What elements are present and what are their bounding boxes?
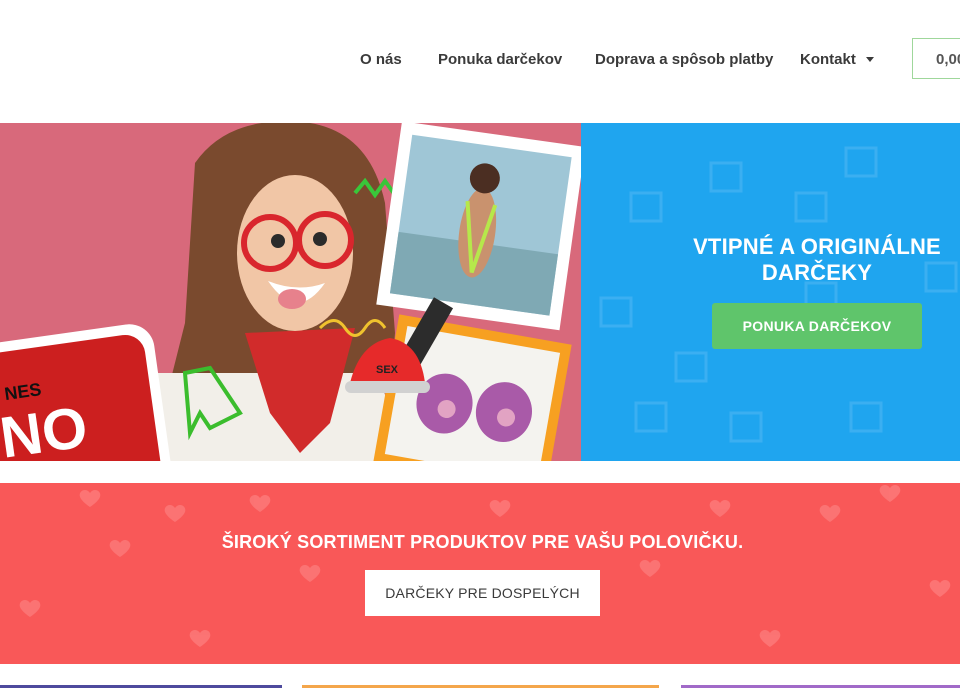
promo-band: ŠIROKÝ SORTIMENT PRODUKTOV PRE VAŠU POLO… xyxy=(0,483,960,664)
nav-item-kontakt-label: Kontakt xyxy=(800,51,856,68)
promo-title: ŠIROKÝ SORTIMENT PRODUKTOV PRE VAŠU POLO… xyxy=(221,532,744,552)
nav-item-kontakt[interactable]: Kontakt xyxy=(800,50,874,70)
cart-value: 0,00 xyxy=(936,51,960,68)
bell-text: SEX xyxy=(376,364,399,376)
pillow-big-text: NO xyxy=(0,394,91,461)
hero-title: VTIPNÉ A ORIGINÁLNE DARČEKY xyxy=(693,234,941,285)
main-nav: O nás Ponuka darčekov Doprava a spôsob p… xyxy=(0,0,960,123)
cart-button[interactable]: 0,00 xyxy=(912,38,960,79)
gift-offer-button[interactable]: PONUKA DARČEKOV xyxy=(712,303,922,349)
site-header: O nás Ponuka darčekov Doprava a spôsob p… xyxy=(0,0,960,123)
gift-pattern-background xyxy=(599,146,958,443)
hero-promo-panel: VTIPNÉ A ORIGINÁLNE DARČEKY PONUKA DARČE… xyxy=(581,123,960,461)
hero-image: SEX NES NO xyxy=(0,123,581,461)
nav-item-o-nas[interactable]: O nás xyxy=(360,50,402,70)
chevron-down-icon xyxy=(865,56,874,62)
nav-item-doprava[interactable]: Doprava a spôsob platby xyxy=(595,50,773,70)
hero-collage-image: SEX NES NO xyxy=(0,123,581,461)
adult-gifts-button[interactable]: DARČEKY PRE DOSPELÝCH xyxy=(365,570,600,616)
nav-item-ponuka-darcekov[interactable]: Ponuka darčekov xyxy=(438,50,562,70)
